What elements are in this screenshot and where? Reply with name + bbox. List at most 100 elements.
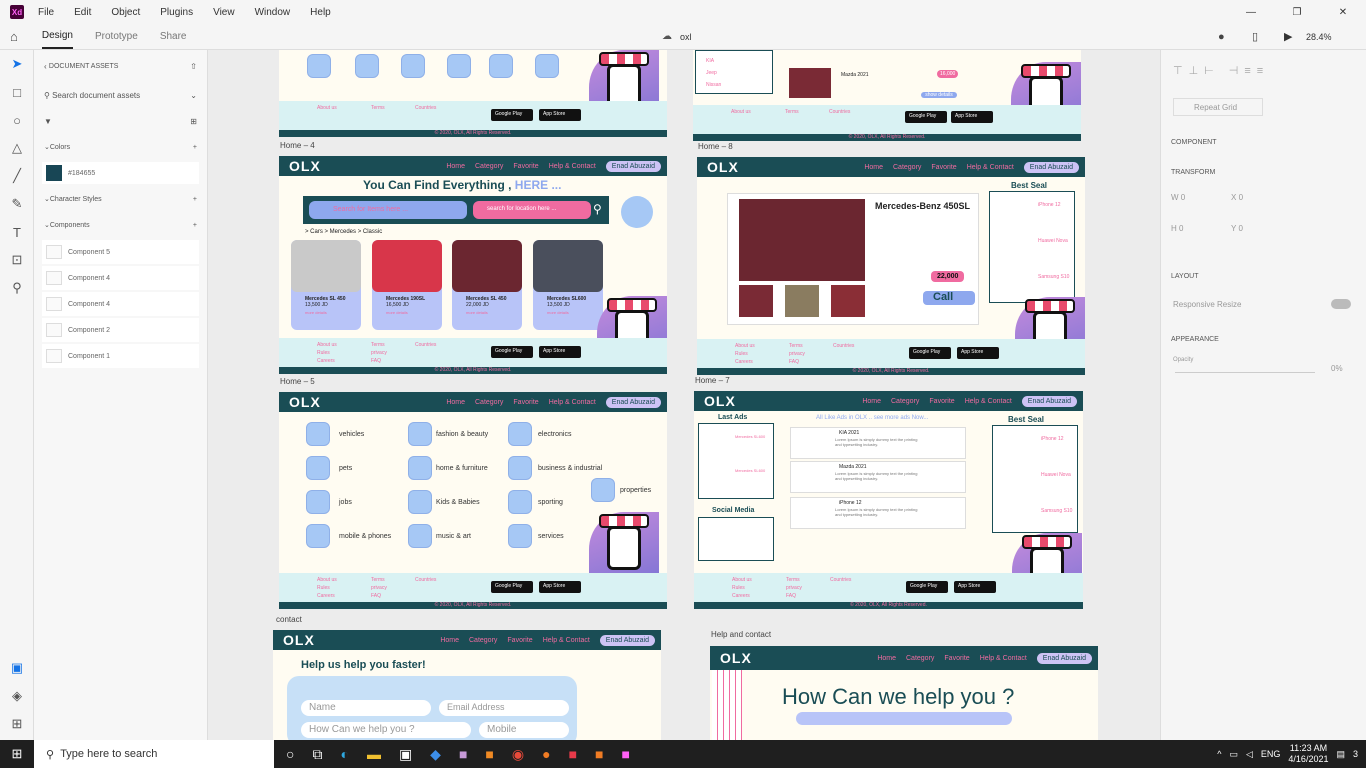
pen-tool-icon[interactable]: ✎ xyxy=(0,190,34,218)
label-home-4: Home – 4 xyxy=(280,141,315,150)
help-select[interactable]: How Can we help you ? xyxy=(301,722,471,738)
tray-up-icon[interactable]: ^ xyxy=(1217,749,1221,759)
responsive-toggle[interactable] xyxy=(1331,299,1351,309)
repeat-grid-button[interactable]: Repeat Grid xyxy=(1173,98,1263,116)
search-items-input[interactable]: Search for Items here ... xyxy=(309,201,467,219)
adobe-xd-icon[interactable]: ■ xyxy=(622,746,630,763)
play-icon[interactable]: ▶ xyxy=(1284,30,1292,43)
assets-icon[interactable]: ▣ xyxy=(0,654,34,682)
component-item[interactable]: Component 4 xyxy=(42,266,199,290)
search-icon[interactable]: ⚲ xyxy=(593,202,602,216)
artboard-home-5[interactable]: OLX Home Category Favorite Help & Contact Ena… xyxy=(279,156,667,374)
zoom-tool-icon[interactable]: ⚲ xyxy=(0,274,34,302)
cortana-icon[interactable]: ○ xyxy=(286,746,294,763)
vscode-icon[interactable]: ◆ xyxy=(430,746,441,763)
menu-edit[interactable]: Edit xyxy=(74,7,91,18)
component-item[interactable]: Component 2 xyxy=(42,318,199,342)
maximize-icon[interactable]: ❐ xyxy=(1274,0,1320,24)
menu-file[interactable]: File xyxy=(38,7,54,18)
filter-icon[interactable]: ▼ xyxy=(44,117,52,126)
artboard-categories[interactable]: OLX Home Category Favorite Help & Contact Ena… xyxy=(279,392,667,609)
app-red-icon[interactable]: ■ xyxy=(569,746,577,763)
back-chevron-icon[interactable]: ‹ xyxy=(44,62,47,71)
chevron-down-icon[interactable]: ⌄ xyxy=(190,91,197,100)
cloud-icon: ☁ xyxy=(662,31,672,42)
close-icon[interactable]: ✕ xyxy=(1320,0,1366,24)
clock[interactable]: 11:23 AM 4/16/2021 xyxy=(1288,743,1328,765)
opacity-slider[interactable] xyxy=(1175,372,1315,373)
car-card[interactable]: Mercedes SL 450 22,000 JD more details xyxy=(452,240,522,330)
ellipse-tool-icon[interactable]: ○ xyxy=(0,106,34,134)
app-c-icon[interactable]: ● xyxy=(542,746,550,763)
windows-start-icon[interactable]: ⊞ xyxy=(0,746,34,762)
network-icon[interactable]: ▭ xyxy=(1229,749,1238,760)
search-location-input[interactable]: search for location here ... xyxy=(473,201,591,219)
polygon-tool-icon[interactable]: △ xyxy=(0,134,34,162)
tab-prototype[interactable]: Prototype xyxy=(95,25,138,48)
edge-icon[interactable]: ◐ xyxy=(340,746,348,763)
home-icon[interactable]: ⌂ xyxy=(10,29,18,44)
label-contact: contact xyxy=(276,615,302,624)
phpstorm-icon[interactable]: ■ xyxy=(459,746,467,763)
align-icons[interactable]: ⊤⊥⊢ ⊣≡≡ xyxy=(1173,64,1269,77)
color-swatch-row[interactable]: #184655 xyxy=(42,162,199,184)
taskbar-search-input[interactable]: ⚲ Type here to search xyxy=(34,740,274,768)
export-icon[interactable]: ⇧ xyxy=(190,62,197,71)
label-home-5: Home – 5 xyxy=(280,377,315,386)
user-icon[interactable]: ● xyxy=(1218,31,1225,43)
car-card[interactable]: Mercedes SL600 13,500 JD more details xyxy=(533,240,603,330)
artboard-tool-icon[interactable]: ⊡ xyxy=(0,246,34,274)
menu-view[interactable]: View xyxy=(213,7,235,18)
line-tool-icon[interactable]: ╱ xyxy=(0,162,34,190)
device-preview-icon[interactable]: ▯ xyxy=(1252,30,1258,43)
car-card[interactable]: Mercedes 190SL 16,500 JD more details xyxy=(372,240,442,330)
name-input[interactable]: Name xyxy=(301,700,431,716)
rectangle-tool-icon[interactable]: □ xyxy=(0,78,34,106)
grid-view-icon[interactable]: ⊞ xyxy=(190,117,197,126)
components-label[interactable]: Components xyxy=(50,222,90,229)
volume-icon[interactable]: ◁ xyxy=(1246,749,1253,760)
notification-count: 3 xyxy=(1352,749,1358,759)
menu-help[interactable]: Help xyxy=(310,7,331,18)
sublime-icon[interactable]: ■ xyxy=(485,746,493,763)
xampp-icon[interactable]: ■ xyxy=(595,746,603,763)
menu-object[interactable]: Object xyxy=(111,7,140,18)
character-styles-label[interactable]: Character Styles xyxy=(50,196,102,203)
assets-search-input[interactable]: Search document assets xyxy=(52,91,140,100)
language-indicator[interactable]: ENG xyxy=(1261,749,1281,759)
task-view-icon[interactable]: ⧉ xyxy=(312,746,322,763)
text-tool-icon[interactable]: T xyxy=(0,218,34,246)
component-item[interactable]: Component 4 xyxy=(42,292,199,316)
file-explorer-icon[interactable]: ▬ xyxy=(367,746,381,763)
component-item[interactable]: Component 1 xyxy=(42,344,199,368)
tab-share[interactable]: Share xyxy=(160,25,187,48)
call-button[interactable]: Call xyxy=(923,291,975,305)
artboard-home-7[interactable]: OLX Home Category Favorite Help & Contact Ena… xyxy=(697,157,1085,375)
chrome-icon[interactable]: ◉ xyxy=(512,746,524,763)
best-seal-box: iPhone 12 Huawei Nova Samsung S10 xyxy=(989,191,1075,303)
email-input[interactable]: Email Address xyxy=(439,700,569,716)
menu-plugins[interactable]: Plugins xyxy=(160,7,193,18)
doc-title[interactable]: oxl xyxy=(680,32,692,42)
search-icon: ⚲ xyxy=(44,90,50,100)
artboard-home-4[interactable]: About us Terms Countries Google Play App… xyxy=(279,50,667,137)
artboard-ads[interactable]: OLX Home Category Favorite Help & Contact Ena… xyxy=(694,391,1083,609)
design-canvas[interactable]: About us Terms Countries Google Play App… xyxy=(208,50,1160,740)
colors-label[interactable]: Colors xyxy=(50,144,70,151)
layers-icon[interactable]: ◈ xyxy=(0,682,34,710)
component-item[interactable]: Component 5 xyxy=(42,240,199,264)
plugins-icon[interactable]: ⊞ xyxy=(0,710,34,738)
artboard-home-8[interactable]: KIA Jeep Nissan Mazda 2021 16,000 show det… xyxy=(693,50,1081,141)
artboard-help-contact[interactable]: OLX Home Category Favorite Help & Contact Ena… xyxy=(710,646,1098,740)
menu-window[interactable]: Window xyxy=(255,7,291,18)
help-search-input[interactable] xyxy=(796,712,1012,725)
car-card[interactable]: Mercedes SL 450 13,500 JD more details xyxy=(291,240,361,330)
mobile-input[interactable]: Mobile xyxy=(479,722,569,738)
zoom-level[interactable]: 28.4% xyxy=(1306,32,1332,42)
artboard-contact[interactable]: OLX Home Category Favorite Help & Contact Ena… xyxy=(273,630,661,740)
select-tool-icon[interactable]: ➤ xyxy=(0,50,34,78)
notification-icon[interactable]: ▤ xyxy=(1336,749,1345,760)
tab-design[interactable]: Design xyxy=(41,24,73,49)
minimize-icon[interactable]: — xyxy=(1228,0,1274,24)
store-icon[interactable]: ▣ xyxy=(399,746,412,763)
